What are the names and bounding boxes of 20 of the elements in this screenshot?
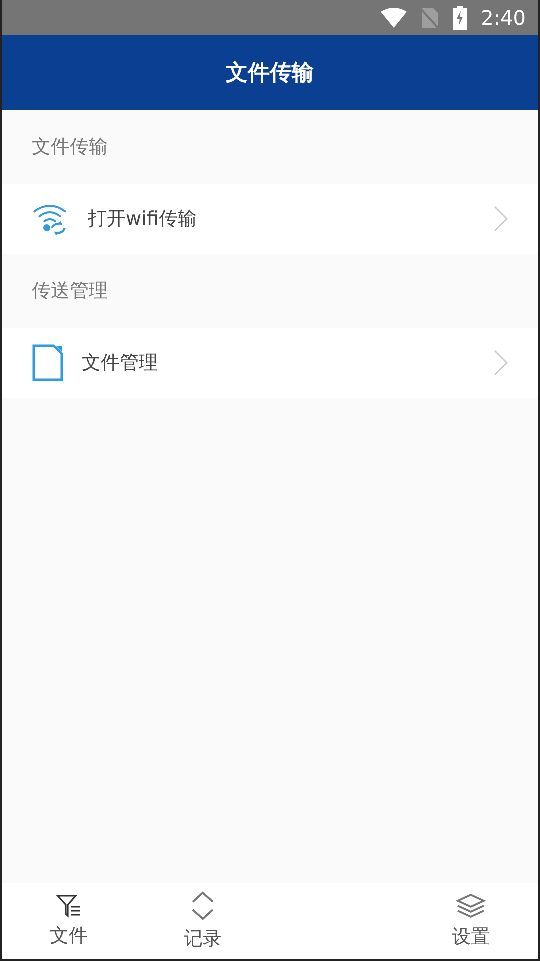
battery-charging-icon [453,6,468,30]
chevron-up-down-icon [190,890,216,922]
nav-tab[interactable]: 文件 [2,883,136,959]
item-label: 文件管理 [82,351,159,376]
wifi-signal-icon [381,8,408,28]
document-icon [32,344,64,382]
nav-tab[interactable]: 设置 [404,883,538,959]
list-item[interactable]: 文件管理 [2,328,538,398]
chevron-right-icon [494,350,508,376]
section-title: 文件传输 [32,135,108,160]
filter-list-icon [56,893,82,919]
page-title: 文件传输 [226,60,314,88]
nav-tab[interactable]: 记录 [136,883,270,959]
list-item[interactable]: 打开wifi传输 [2,184,538,254]
status-time: 2:40 [481,6,526,30]
chevron-right-icon [494,206,508,232]
no-sim-icon [421,6,440,28]
section-title: 传送管理 [32,279,108,304]
item-label: 打开wifi传输 [88,207,198,232]
layers-icon [456,892,486,920]
